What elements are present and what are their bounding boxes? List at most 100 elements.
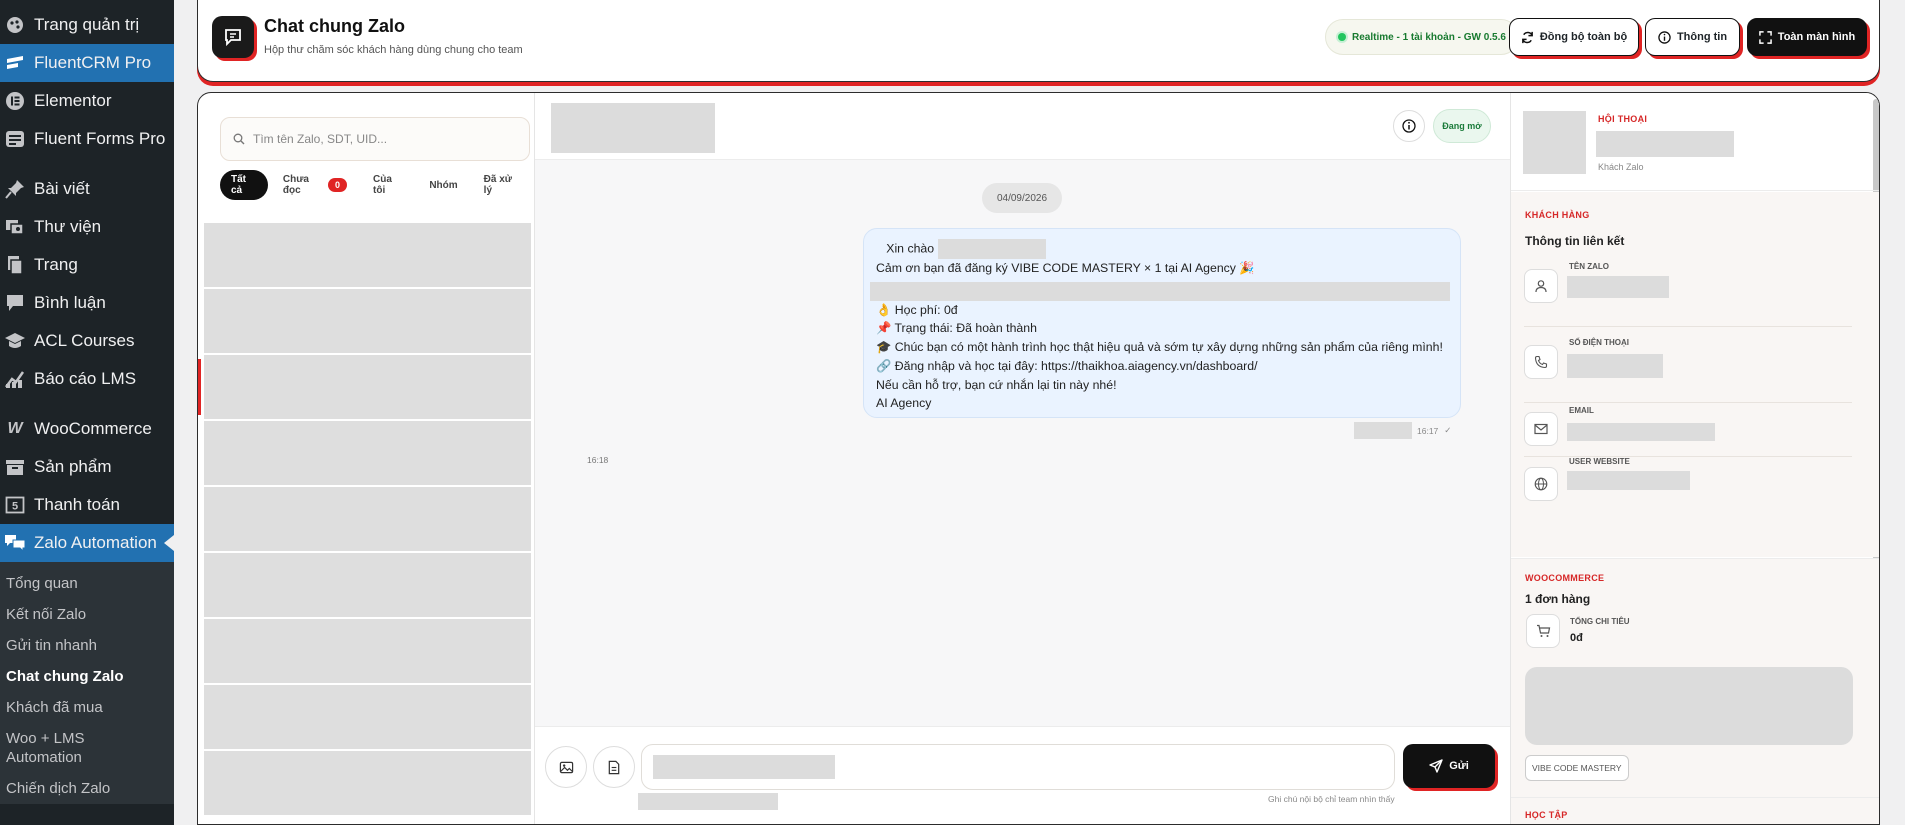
sidebar-item-acl-courses[interactable]: ACL Courses bbox=[0, 322, 174, 360]
sidebar-item-products[interactable]: Sản phẩm bbox=[0, 448, 174, 486]
search-icon bbox=[233, 133, 245, 145]
chat-workspace: Tìm tên Zalo, SDT, UID... Tất cả Chưa đọ… bbox=[197, 92, 1880, 825]
page-header: Chat chung Zalo Hộp thư chăm sóc khách h… bbox=[197, 0, 1880, 82]
file-icon bbox=[608, 760, 620, 774]
redacted-placeholder bbox=[870, 281, 1450, 301]
info-button[interactable]: Thông tin bbox=[1645, 18, 1740, 56]
list-item[interactable] bbox=[204, 553, 531, 617]
list-item[interactable] bbox=[204, 751, 531, 815]
submenu-connect-zalo[interactable]: Kết nối Zalo bbox=[0, 599, 174, 630]
list-item[interactable] bbox=[204, 487, 531, 551]
attach-image-button[interactable] bbox=[545, 746, 587, 788]
conversation-list bbox=[204, 223, 531, 817]
sidebar-item-label: Trang bbox=[34, 255, 78, 274]
filter-unread[interactable]: Chưa đọc 0 bbox=[272, 170, 358, 200]
sidebar-item-label: Fluent Forms Pro bbox=[34, 129, 166, 148]
filter-mine[interactable]: Của tôi bbox=[362, 170, 414, 200]
submenu-shared-chat[interactable]: Chat chung Zalo bbox=[0, 661, 174, 692]
info-icon bbox=[1658, 30, 1671, 44]
field-label: EMAIL bbox=[1569, 406, 1594, 415]
submenu-zalo-campaigns[interactable]: Chiến dịch Zalo bbox=[0, 773, 174, 804]
chat-bubbles-icon bbox=[4, 532, 26, 554]
sidebar-item-dashboard[interactable]: Trang quản trị bbox=[0, 6, 174, 44]
message-meta: 16:17 ✓ bbox=[1354, 422, 1451, 439]
submenu-purchased-customers[interactable]: Khách đã mua bbox=[0, 692, 174, 723]
refresh-icon bbox=[1521, 31, 1534, 44]
conversation-search-input[interactable]: Tìm tên Zalo, SDT, UID... bbox=[220, 117, 530, 161]
sidebar-item-comments[interactable]: Bình luận bbox=[0, 284, 174, 322]
sidebar-item-posts[interactable]: Bài viết bbox=[0, 170, 174, 208]
media-icon bbox=[4, 216, 26, 238]
sidebar-item-label: Trang quản trị bbox=[34, 15, 140, 34]
field-label: SỐ ĐIỆN THOẠI bbox=[1569, 338, 1630, 347]
sidebar-item-payments[interactable]: 5 Thanh toán bbox=[0, 486, 174, 524]
chat-info-button[interactable] bbox=[1393, 110, 1425, 142]
message-line: 📌 Trạng thái: Đã hoàn thành bbox=[876, 321, 1037, 336]
sidebar-item-zalo-automation[interactable]: Zalo Automation bbox=[0, 524, 174, 562]
sidebar-item-media[interactable]: Thư viện bbox=[0, 208, 174, 246]
elementor-icon bbox=[4, 90, 26, 112]
payment-icon: 5 bbox=[4, 494, 26, 516]
fluentcrm-icon bbox=[4, 52, 26, 74]
course-tag[interactable]: VIBE CODE MASTERY bbox=[1525, 755, 1629, 781]
list-item[interactable] bbox=[204, 355, 531, 419]
name-placeholder bbox=[937, 239, 1046, 259]
list-item[interactable] bbox=[204, 289, 531, 353]
status-dot-icon bbox=[1338, 33, 1346, 41]
submenu-woo-lms-automation[interactable]: Woo + LMS Automation bbox=[0, 723, 110, 773]
chat-panel: Đang mở 04/09/2026 Xin chào Cảm ơn bạn đ… bbox=[535, 93, 1510, 824]
list-item[interactable] bbox=[204, 619, 531, 683]
svg-text:5: 5 bbox=[12, 501, 18, 513]
sidebar-item-woocommerce[interactable]: W WooCommerce bbox=[0, 410, 174, 448]
sidebar-item-elementor[interactable]: Elementor bbox=[0, 82, 174, 120]
attach-file-button[interactable] bbox=[593, 746, 635, 788]
input-placeholder-block bbox=[653, 755, 835, 779]
details-panel: HỘI THOẠI Khách Zalo KHÁCH HÀNG Thông ti… bbox=[1510, 93, 1879, 824]
internal-note-hint: Ghi chú nội bộ chỉ team nhìn thấy bbox=[1268, 794, 1395, 804]
list-item[interactable] bbox=[204, 685, 531, 749]
field-value-placeholder bbox=[1567, 471, 1690, 490]
sidebar-item-label: Bài viết bbox=[34, 179, 90, 198]
order-count: 1 đơn hàng bbox=[1525, 592, 1591, 606]
graduation-cap-icon bbox=[4, 330, 26, 352]
fullscreen-button[interactable]: Toàn màn hình bbox=[1747, 18, 1867, 56]
sidebar-item-fluentcrm[interactable]: FluentCRM Pro bbox=[0, 44, 174, 82]
list-item[interactable] bbox=[204, 421, 531, 485]
submenu-quick-send[interactable]: Gửi tin nhanh bbox=[0, 630, 174, 661]
check-icon: ✓ bbox=[1444, 425, 1452, 435]
filter-all[interactable]: Tất cả bbox=[220, 170, 268, 200]
greeting-text: Xin chào bbox=[886, 241, 935, 256]
date-separator: 04/09/2026 bbox=[982, 183, 1062, 213]
filter-group[interactable]: Nhóm bbox=[418, 170, 468, 200]
customer-label: KHÁCH HÀNG bbox=[1525, 210, 1590, 220]
sidebar-item-lms-reports[interactable]: Báo cáo LMS bbox=[0, 360, 174, 398]
message-line: 👌 Học phí: 0đ bbox=[876, 302, 958, 317]
sidebar-item-label: Thư viện bbox=[34, 217, 102, 236]
submenu-overview[interactable]: Tổng quan bbox=[0, 568, 174, 599]
sidebar-item-pages[interactable]: Trang bbox=[0, 246, 174, 284]
woocommerce-label: WOOCOMMERCE bbox=[1525, 573, 1605, 583]
fee-text: Học phí: 0đ bbox=[894, 302, 958, 317]
sidebar-item-label: WooCommerce bbox=[34, 419, 152, 438]
sync-all-button[interactable]: Đồng bộ toàn bộ bbox=[1509, 18, 1639, 56]
message-input[interactable] bbox=[641, 744, 1395, 790]
field-label: USER WEBSITE bbox=[1569, 457, 1630, 466]
message-line: Xin chào bbox=[876, 239, 1448, 259]
forms-icon bbox=[4, 128, 26, 150]
product-placeholder bbox=[1525, 667, 1853, 745]
info-icon bbox=[1402, 119, 1416, 133]
message-composer: Gửi Ghi chú nội bộ chỉ team nhìn thấy bbox=[535, 726, 1510, 824]
chat-icon bbox=[212, 16, 254, 58]
zalo-submenu: Tổng quan Kết nối Zalo Gửi tin nhanh Cha… bbox=[0, 562, 174, 804]
sidebar-item-fluent-forms[interactable]: Fluent Forms Pro bbox=[0, 120, 174, 158]
filter-done[interactable]: Đã xử lý bbox=[473, 170, 530, 200]
realtime-text: Realtime - 1 tài khoản - GW 0.5.6 bbox=[1352, 31, 1506, 43]
conversation-filters: Tất cả Chưa đọc 0 Của tôi Nhóm Đã xử lý bbox=[220, 170, 534, 200]
chat-header: Đang mở bbox=[535, 93, 1510, 160]
send-button[interactable]: Gửi bbox=[1403, 744, 1495, 788]
list-item[interactable] bbox=[204, 223, 531, 287]
fullscreen-label: Toàn màn hình bbox=[1777, 31, 1856, 43]
conversation-status-badge[interactable]: Đang mở bbox=[1433, 109, 1491, 143]
message-line[interactable]: 🔗 Đăng nhập và học tại đây: https://thai… bbox=[876, 357, 1448, 376]
expand-icon bbox=[1758, 30, 1772, 44]
